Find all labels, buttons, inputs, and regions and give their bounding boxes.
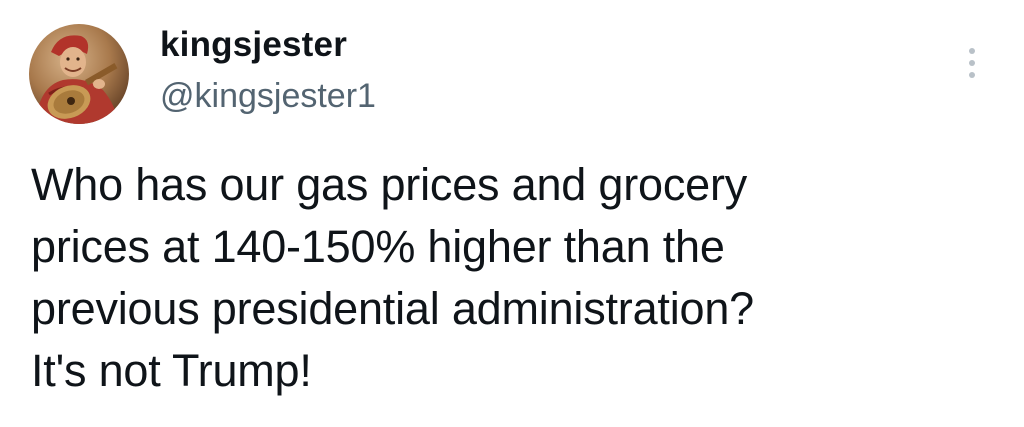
author-handle[interactable]: @kingsjester1: [160, 74, 376, 118]
author-display-name[interactable]: kingsjester: [160, 23, 347, 67]
more-dot: [969, 48, 975, 54]
tweet-card: kingsjester @kingsjester1 Who has our ga…: [0, 0, 1024, 427]
avatar[interactable]: [29, 24, 129, 124]
more-options-icon[interactable]: [954, 42, 990, 86]
more-dot: [969, 72, 975, 78]
more-dot: [969, 60, 975, 66]
tweet-text: Who has our gas prices and grocery price…: [31, 159, 754, 396]
jester-lute-portrait-icon: [29, 24, 129, 124]
